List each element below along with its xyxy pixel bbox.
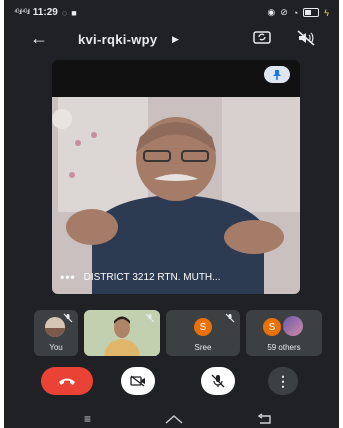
back-arrow-icon[interactable]: ← [30, 28, 48, 49]
status-time: 11:29 [32, 7, 58, 18]
mic-off-icon [145, 313, 155, 323]
participant-label: Sree [194, 343, 212, 352]
participant-strip: You S Sree S 59 others [34, 310, 322, 360]
mic-off-icon [211, 374, 225, 388]
mic-off-icon [63, 313, 73, 323]
participant-tile-you[interactable]: You [34, 310, 78, 356]
speaker-image [52, 97, 300, 294]
video-notification-icon: ■ [71, 7, 77, 18]
mic-toggle-button[interactable] [201, 367, 235, 395]
back-nav-icon[interactable] [256, 412, 274, 428]
main-video-tile[interactable]: ••• DISTRICT 3212 RTN. MUTH... [52, 60, 300, 294]
more-options-button[interactable]: ⋮ [268, 367, 298, 395]
mute-status-icon: ⊘ [280, 7, 288, 17]
battery-icon [303, 8, 320, 17]
meeting-code[interactable]: kvi-rqki-wpy [78, 32, 157, 47]
participant-tile-others[interactable]: S 59 others [246, 310, 322, 356]
notification-icon: ◌ [61, 7, 68, 18]
avatar: S [194, 318, 212, 336]
system-nav-bar: ≡ [4, 410, 339, 428]
avatar: S [263, 318, 281, 336]
meeting-header: ← kvi-rqki-wpy ▶ [4, 26, 339, 54]
charging-icon: ϟ [324, 7, 329, 18]
end-call-button[interactable] [41, 367, 93, 395]
camera-toggle-button[interactable] [121, 367, 155, 395]
home-icon[interactable] [164, 412, 184, 428]
alarm-icon: ◉ [267, 7, 276, 17]
recent-apps-icon[interactable]: ≡ [84, 412, 91, 426]
end-call-icon [59, 378, 75, 385]
pin-icon [273, 69, 281, 80]
speaker-nameplate: ••• DISTRICT 3212 RTN. MUTH... [60, 268, 296, 286]
speaker-off-icon[interactable] [297, 30, 315, 46]
call-controls: ⋮ [4, 367, 339, 397]
more-icon: ⋮ [276, 372, 290, 389]
camera-off-icon [130, 375, 145, 387]
participant-label: You [49, 343, 63, 352]
mic-off-icon [225, 313, 235, 323]
speaker-video [52, 97, 300, 294]
participant-label: 59 others [267, 343, 301, 352]
participant-tile-sree[interactable]: S Sree [166, 310, 240, 356]
chevron-right-icon[interactable]: ▶ [172, 34, 179, 45]
meet-screen: ⁴ᴳ.ıl ⁴ᴳ.ıl 11:29 ◌ ■ ◉ ⊘ ◔ ϟ ← kvi-rqki… [4, 0, 339, 428]
switch-camera-icon[interactable] [253, 30, 271, 44]
pin-button[interactable] [264, 66, 290, 83]
status-bar: ⁴ᴳ.ıl ⁴ᴳ.ıl 11:29 ◌ ■ ◉ ⊘ ◔ ϟ [4, 0, 339, 24]
avatar-image [283, 316, 303, 336]
participant-tile-video[interactable] [84, 310, 160, 356]
more-options-icon[interactable]: ••• [60, 270, 76, 284]
wifi-icon: ◔ [292, 7, 299, 18]
avatar [45, 317, 65, 337]
speaker-name: DISTRICT 3212 RTN. MUTH... [83, 271, 221, 283]
signal-indicator: ⁴ᴳ.ıl ⁴ᴳ.ıl [14, 9, 30, 16]
